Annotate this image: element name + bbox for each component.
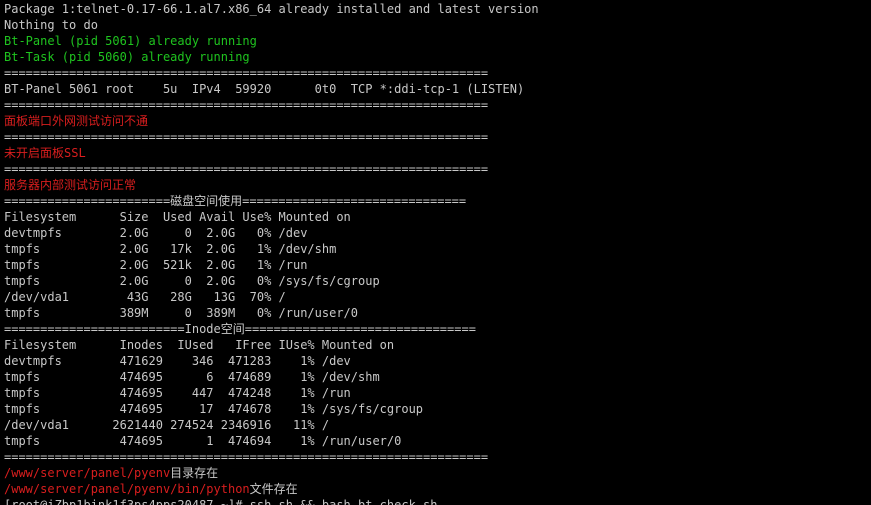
terminal-text: /dev/vda1 43G 28G 13G 70% / bbox=[4, 290, 286, 304]
terminal-line: Bt-Panel (pid 5061) already running bbox=[4, 33, 257, 49]
terminal-line: ========================================… bbox=[4, 161, 488, 177]
terminal-text: devtmpfs 471629 346 471283 1% /dev bbox=[4, 354, 351, 368]
terminal-text: Bt-Task (pid 5060) already running bbox=[4, 50, 250, 64]
terminal-text: /dev/vda1 2621440 274524 2346916 11% / bbox=[4, 418, 330, 432]
terminal-line: [root@iZbp1bink1f3ps4pps20487 ~]# ssh.sh… bbox=[4, 497, 437, 505]
terminal-line: ========================================… bbox=[4, 129, 488, 145]
terminal-text: tmpfs 389M 0 389M 0% /run/user/0 bbox=[4, 306, 359, 320]
terminal-line: tmpfs 389M 0 389M 0% /run/user/0 bbox=[4, 305, 358, 321]
terminal-line: tmpfs 474695 17 474678 1% /sys/fs/cgroup bbox=[4, 401, 423, 417]
terminal-line: /www/server/panel/pyenv目录存在 bbox=[4, 465, 218, 481]
terminal-text: 文件存在 bbox=[249, 482, 298, 496]
terminal-text: 未开启面板SSL bbox=[4, 146, 86, 160]
terminal-text: devtmpfs 2.0G 0 2.0G 0% /dev bbox=[4, 226, 308, 240]
terminal-text: tmpfs 474695 6 474689 1% /dev/shm bbox=[4, 370, 380, 384]
terminal-line: 服务器内部测试访问正常 bbox=[4, 177, 136, 193]
terminal-text: ========================================… bbox=[4, 162, 489, 176]
terminal-text: =========================Inode空间========… bbox=[4, 322, 476, 336]
terminal-line: tmpfs 2.0G 17k 2.0G 1% /dev/shm bbox=[4, 241, 336, 257]
terminal-line: Package 1:telnet-0.17-66.1.al7.x86_64 al… bbox=[4, 1, 539, 17]
terminal-text: [root@iZbp1bink1f3ps4pps20487 ~]# ssh.sh… bbox=[4, 498, 438, 505]
terminal-text: 面板端口外网测试访问不通 bbox=[4, 114, 149, 128]
terminal-text: BT-Panel 5061 root 5u IPv4 59920 0t0 TCP… bbox=[4, 82, 525, 96]
terminal-text: tmpfs 474695 17 474678 1% /sys/fs/cgroup bbox=[4, 402, 424, 416]
terminal-line: ========================================… bbox=[4, 65, 488, 81]
terminal-line: =========================Inode空间========… bbox=[4, 321, 476, 337]
terminal-line: ========================================… bbox=[4, 449, 488, 465]
terminal-line: tmpfs 2.0G 521k 2.0G 1% /run bbox=[4, 257, 307, 273]
terminal-text: tmpfs 2.0G 17k 2.0G 1% /dev/shm bbox=[4, 242, 337, 256]
terminal-line: /www/server/panel/pyenv/bin/python文件存在 bbox=[4, 481, 298, 497]
terminal-text: Bt-Panel (pid 5061) already running bbox=[4, 34, 257, 48]
terminal-line: Nothing to do bbox=[4, 17, 98, 33]
terminal-line: 未开启面板SSL bbox=[4, 145, 86, 161]
terminal-text: /www/server/panel/pyenv/bin/python bbox=[4, 482, 250, 496]
terminal-text: tmpfs 2.0G 521k 2.0G 1% /run bbox=[4, 258, 308, 272]
terminal-line: Bt-Task (pid 5060) already running bbox=[4, 49, 250, 65]
terminal-line: tmpfs 2.0G 0 2.0G 0% /sys/fs/cgroup bbox=[4, 273, 380, 289]
terminal-window[interactable]: Package 1:telnet-0.17-66.1.al7.x86_64 al… bbox=[0, 0, 871, 505]
terminal-line: devtmpfs 471629 346 471283 1% /dev bbox=[4, 353, 351, 369]
terminal-text: ========================================… bbox=[4, 66, 489, 80]
terminal-text: =======================磁盘空间使用===========… bbox=[4, 194, 467, 208]
terminal-text: ========================================… bbox=[4, 450, 489, 464]
terminal-text: tmpfs 474695 447 474248 1% /run bbox=[4, 386, 351, 400]
terminal-text: ========================================… bbox=[4, 130, 489, 144]
terminal-line: =======================磁盘空间使用===========… bbox=[4, 193, 466, 209]
terminal-line: /dev/vda1 43G 28G 13G 70% / bbox=[4, 289, 286, 305]
terminal-line: tmpfs 474695 1 474694 1% /run/user/0 bbox=[4, 433, 401, 449]
terminal-line: 面板端口外网测试访问不通 bbox=[4, 113, 148, 129]
terminal-line: Filesystem Size Used Avail Use% Mounted … bbox=[4, 209, 351, 225]
terminal-line: /dev/vda1 2621440 274524 2346916 11% / bbox=[4, 417, 329, 433]
terminal-text: /www/server/panel/pyenv bbox=[4, 466, 171, 480]
terminal-text: tmpfs 474695 1 474694 1% /run/user/0 bbox=[4, 434, 402, 448]
terminal-line: BT-Panel 5061 root 5u IPv4 59920 0t0 TCP… bbox=[4, 81, 524, 97]
terminal-line: devtmpfs 2.0G 0 2.0G 0% /dev bbox=[4, 225, 307, 241]
terminal-line: tmpfs 474695 6 474689 1% /dev/shm bbox=[4, 369, 380, 385]
terminal-line: Filesystem Inodes IUsed IFree IUse% Moun… bbox=[4, 337, 394, 353]
terminal-text: Nothing to do bbox=[4, 18, 98, 32]
terminal-text: Package 1:telnet-0.17-66.1.al7.x86_64 al… bbox=[4, 2, 539, 16]
terminal-text: 服务器内部测试访问正常 bbox=[4, 178, 137, 192]
terminal-text: tmpfs 2.0G 0 2.0G 0% /sys/fs/cgroup bbox=[4, 274, 380, 288]
terminal-text: ========================================… bbox=[4, 98, 489, 112]
terminal-text: 目录存在 bbox=[170, 466, 219, 480]
terminal-line: tmpfs 474695 447 474248 1% /run bbox=[4, 385, 351, 401]
terminal-line: ========================================… bbox=[4, 97, 488, 113]
terminal-text: Filesystem Size Used Avail Use% Mounted … bbox=[4, 210, 351, 224]
terminal-text: Filesystem Inodes IUsed IFree IUse% Moun… bbox=[4, 338, 395, 352]
